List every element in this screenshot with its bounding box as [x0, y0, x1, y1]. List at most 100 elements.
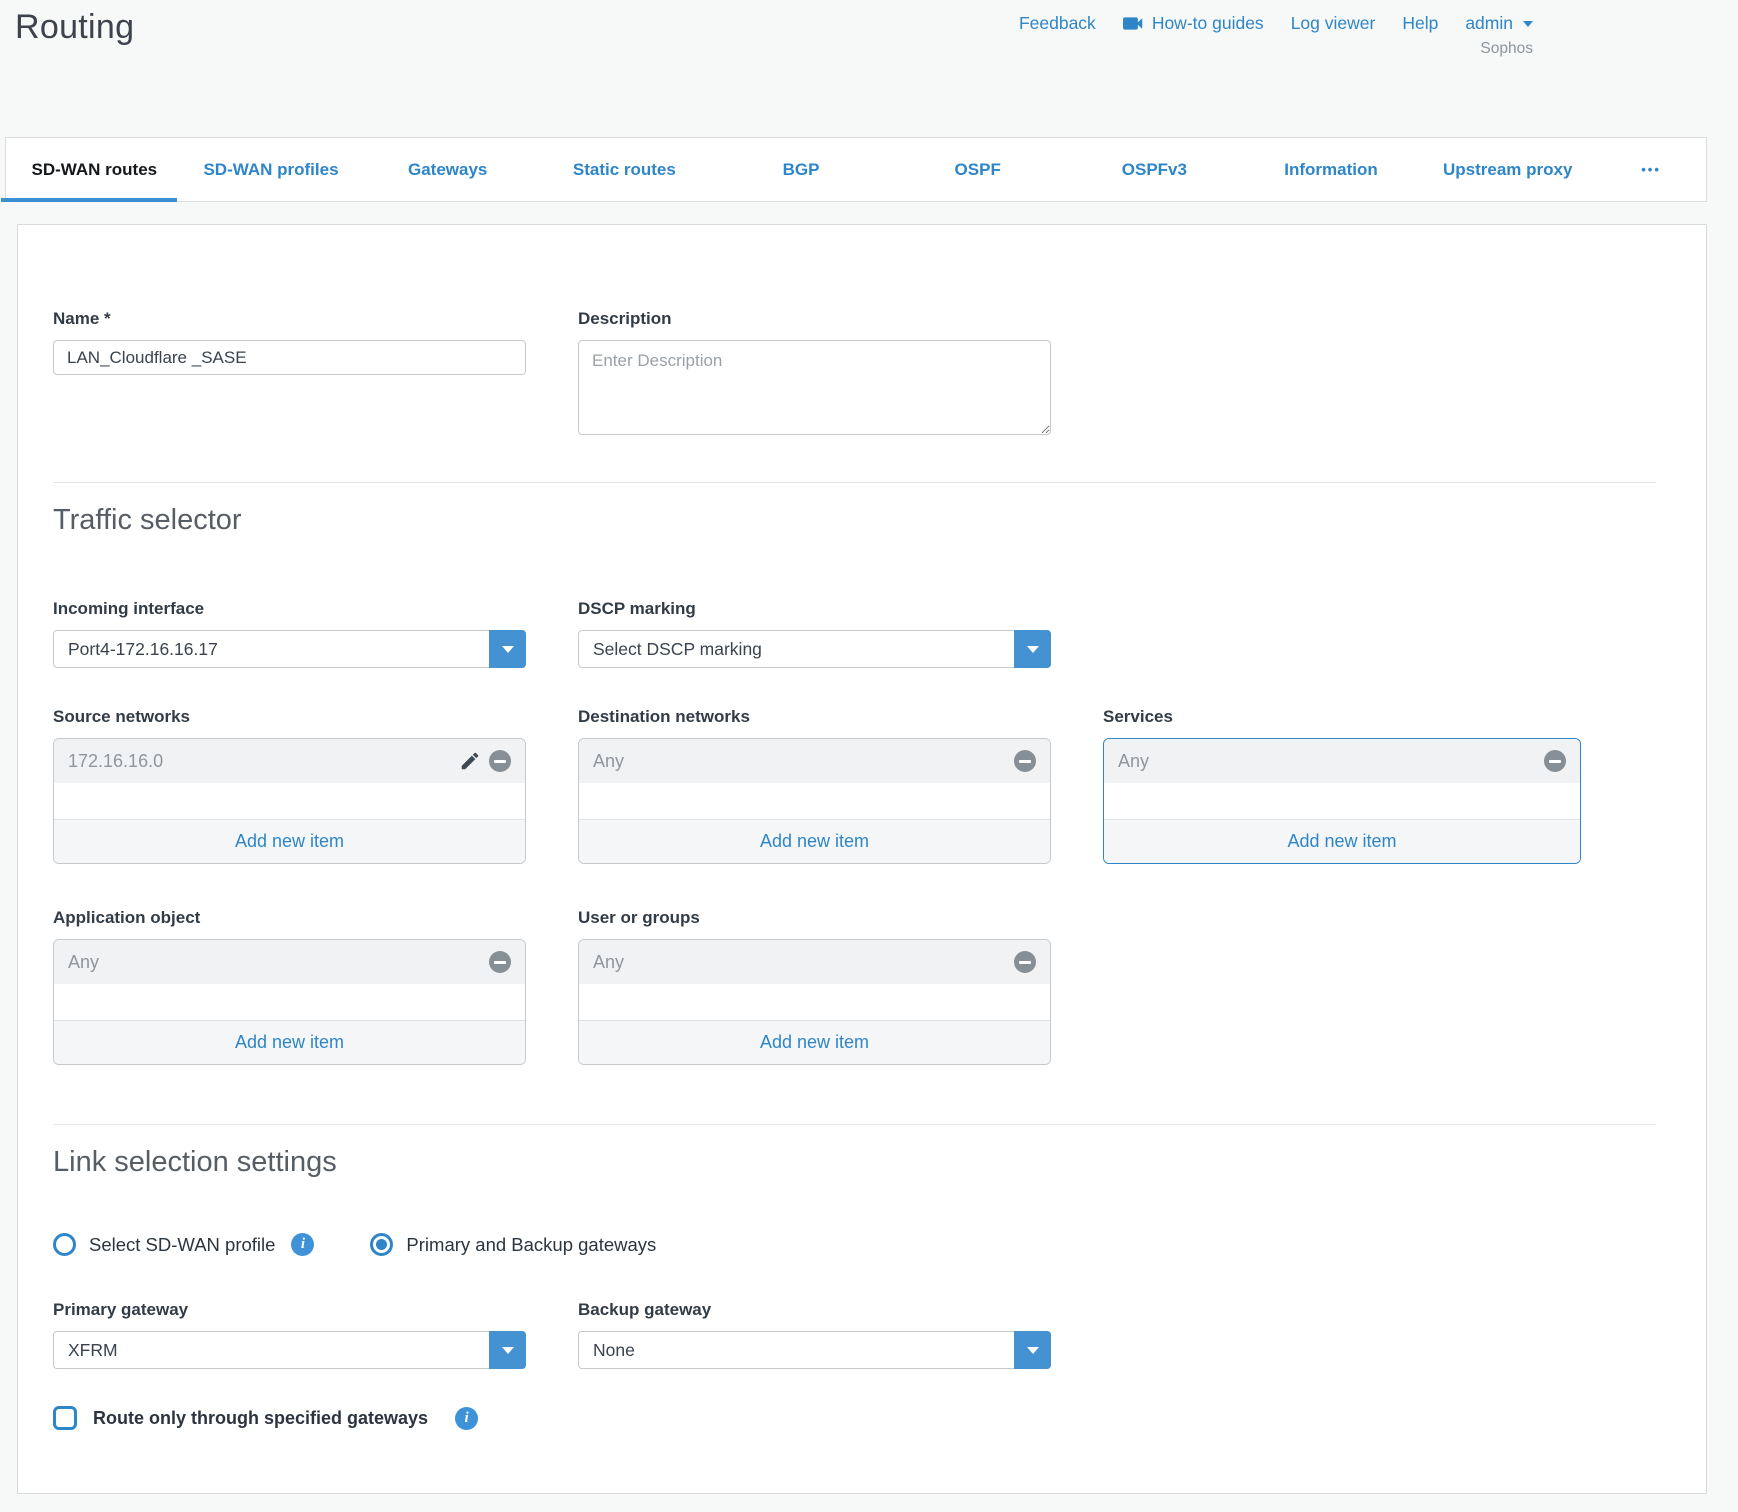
tab-bgp[interactable]: BGP — [713, 138, 890, 201]
destination-networks-box: Any Add new item — [578, 738, 1051, 864]
route-only-checkbox[interactable] — [53, 1406, 77, 1430]
list-item-actions — [1014, 750, 1036, 772]
list-empty-space — [54, 984, 525, 1020]
add-new-item-button[interactable]: Add new item — [1104, 819, 1580, 863]
how-to-guides-label: How-to guides — [1152, 13, 1264, 34]
section-divider — [53, 482, 1656, 483]
services-label: Services — [1103, 707, 1581, 727]
header-links: Feedback How-to guides Log viewer Help a… — [1019, 13, 1533, 34]
description-label: Description — [578, 309, 1051, 329]
remove-icon[interactable] — [1014, 951, 1036, 973]
edit-icon[interactable] — [459, 750, 481, 772]
info-icon[interactable]: i — [291, 1233, 314, 1256]
more-tabs-button[interactable]: ••• — [1596, 138, 1706, 201]
backup-gateway-group: Backup gateway None — [578, 1300, 1051, 1369]
list-item: Any — [579, 739, 1050, 783]
dscp-marking-select[interactable]: Select DSCP marking — [578, 630, 1051, 668]
description-textarea[interactable] — [578, 340, 1051, 435]
dropdown-button[interactable] — [1014, 1331, 1051, 1369]
tab-static-routes[interactable]: Static routes — [536, 138, 713, 201]
tab-information[interactable]: Information — [1243, 138, 1420, 201]
dropdown-button[interactable] — [489, 630, 526, 668]
select-sd-wan-profile-radio[interactable] — [53, 1233, 76, 1256]
brand-label: Sophos — [1480, 40, 1533, 58]
add-new-item-button[interactable]: Add new item — [54, 1020, 525, 1064]
services-group: Services Any Add new item — [1103, 707, 1581, 864]
list-item-actions — [1544, 750, 1566, 772]
name-field-group: Name * — [53, 309, 526, 375]
admin-menu[interactable]: admin — [1465, 13, 1533, 34]
backup-gateway-select[interactable]: None — [578, 1331, 1051, 1369]
list-item: Any — [1104, 739, 1580, 783]
route-only-label: Route only through specified gateways — [93, 1408, 428, 1429]
chevron-down-icon — [502, 646, 514, 653]
list-item-text: Any — [593, 952, 1014, 973]
incoming-interface-label: Incoming interface — [53, 599, 526, 619]
list-item-actions — [1014, 951, 1036, 973]
routing-tabbar: SD-WAN routes SD-WAN profiles Gateways S… — [5, 137, 1707, 202]
chevron-down-icon — [1027, 646, 1039, 653]
incoming-interface-select[interactable]: Port4-172.16.16.17 — [53, 630, 526, 668]
primary-gateway-group: Primary gateway XFRM — [53, 1300, 526, 1369]
tab-sd-wan-profiles[interactable]: SD-WAN profiles — [183, 138, 360, 201]
dscp-marking-label: DSCP marking — [578, 599, 1051, 619]
destination-networks-group: Destination networks Any Add new item — [578, 707, 1051, 864]
services-box: Any Add new item — [1103, 738, 1581, 864]
name-input[interactable] — [53, 340, 526, 375]
application-object-group: Application object Any Add new item — [53, 908, 526, 1065]
add-new-item-button[interactable]: Add new item — [579, 1020, 1050, 1064]
list-item-text: Any — [1118, 751, 1544, 772]
list-empty-space — [579, 984, 1050, 1020]
feedback-link[interactable]: Feedback — [1019, 13, 1096, 34]
dropdown-button[interactable] — [489, 1331, 526, 1369]
tab-upstream-proxy[interactable]: Upstream proxy — [1419, 138, 1596, 201]
dropdown-button[interactable] — [1014, 630, 1051, 668]
remove-icon[interactable] — [1544, 750, 1566, 772]
list-item-actions — [489, 951, 511, 973]
source-networks-label: Source networks — [53, 707, 526, 727]
remove-icon[interactable] — [1014, 750, 1036, 772]
how-to-guides-link[interactable]: How-to guides — [1123, 13, 1264, 34]
video-camera-icon — [1123, 16, 1144, 31]
tab-gateways[interactable]: Gateways — [359, 138, 536, 201]
application-object-box: Any Add new item — [53, 939, 526, 1065]
log-viewer-label: Log viewer — [1291, 13, 1376, 34]
list-item-text: Any — [593, 751, 1014, 772]
tab-ospf[interactable]: OSPF — [889, 138, 1066, 201]
list-item: Any — [579, 940, 1050, 984]
traffic-selector-heading: Traffic selector — [53, 504, 1706, 537]
info-icon[interactable]: i — [455, 1407, 478, 1430]
chevron-down-icon — [1523, 21, 1533, 27]
remove-icon[interactable] — [489, 750, 511, 772]
add-new-item-button[interactable]: Add new item — [579, 819, 1050, 863]
add-new-item-button[interactable]: Add new item — [54, 819, 525, 863]
backup-gateway-label: Backup gateway — [578, 1300, 1051, 1320]
source-networks-group: Source networks 172.16.16.0 Add new item — [53, 707, 526, 864]
select-sd-wan-profile-label: Select SD-WAN profile — [89, 1234, 275, 1256]
list-empty-space — [54, 783, 525, 819]
name-label: Name * — [53, 309, 526, 329]
primary-backup-gateways-label: Primary and Backup gateways — [406, 1234, 656, 1256]
section-divider — [53, 1124, 1656, 1125]
chevron-down-icon — [502, 1347, 514, 1354]
tab-ospfv3[interactable]: OSPFv3 — [1066, 138, 1243, 201]
application-object-label: Application object — [53, 908, 526, 928]
chevron-down-icon — [1027, 1347, 1039, 1354]
list-empty-space — [1104, 783, 1580, 819]
user-groups-label: User or groups — [578, 908, 1051, 928]
source-networks-box: 172.16.16.0 Add new item — [53, 738, 526, 864]
selected-value: XFRM — [54, 1340, 118, 1361]
user-groups-group: User or groups Any Add new item — [578, 908, 1051, 1065]
list-item: 172.16.16.0 — [54, 739, 525, 783]
primary-backup-gateways-radio[interactable] — [370, 1233, 393, 1256]
primary-gateway-select[interactable]: XFRM — [53, 1331, 526, 1369]
help-link[interactable]: Help — [1402, 13, 1438, 34]
dscp-marking-group: DSCP marking Select DSCP marking — [578, 599, 1051, 668]
sd-wan-route-form-panel: Name * Description Traffic selector Inco… — [17, 224, 1707, 1494]
list-empty-space — [579, 783, 1050, 819]
remove-icon[interactable] — [489, 951, 511, 973]
log-viewer-link[interactable]: Log viewer — [1291, 13, 1376, 34]
incoming-interface-group: Incoming interface Port4-172.16.16.17 — [53, 599, 526, 668]
selected-value: Port4-172.16.16.17 — [54, 639, 218, 660]
tab-sd-wan-routes[interactable]: SD-WAN routes — [6, 138, 183, 201]
